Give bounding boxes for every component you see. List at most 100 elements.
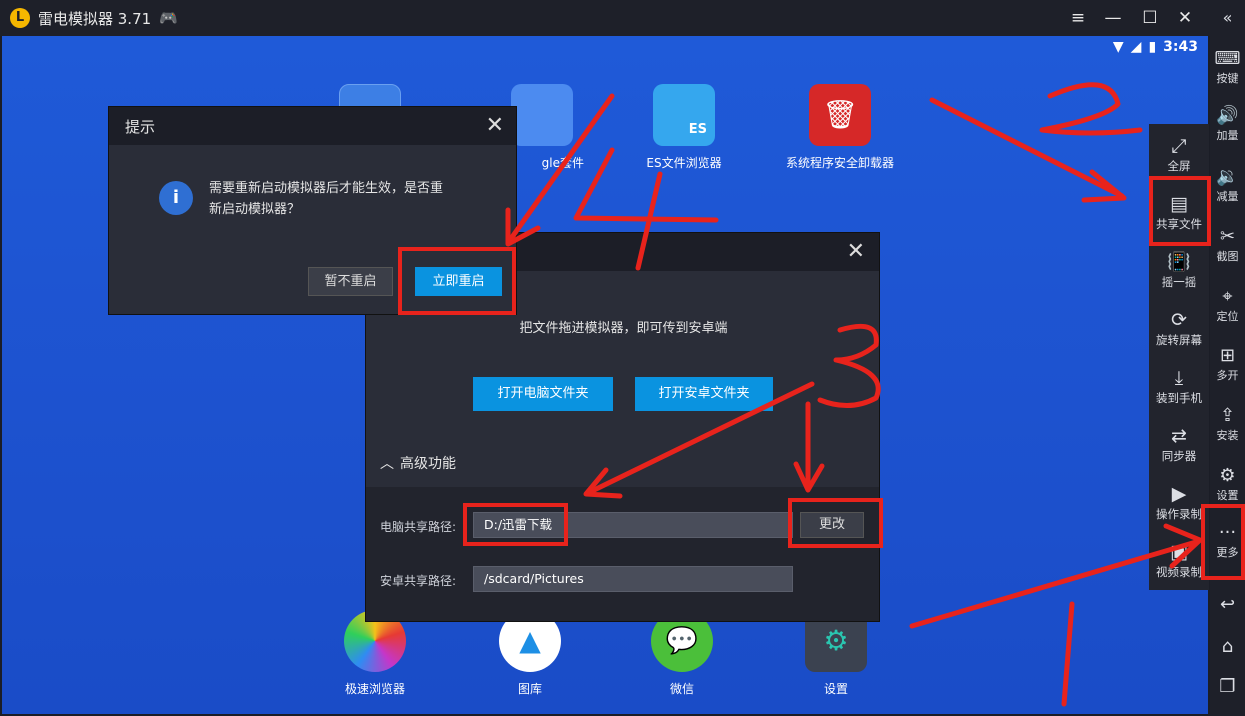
- info-icon: i: [159, 181, 193, 215]
- app-label: 极速浏览器: [344, 682, 405, 696]
- status-bar: ▼ ◢ ▮ 3:43: [1113, 39, 1198, 55]
- volume-up-item[interactable]: 🔊 加量: [1210, 105, 1245, 143]
- screenshot-item[interactable]: ✂ 截图: [1210, 226, 1245, 264]
- item-label: 操作录制: [1156, 507, 1202, 521]
- item-label: 装到手机: [1156, 391, 1202, 405]
- shake-item[interactable]: 📳 摇一摇: [1149, 250, 1209, 290]
- fullscreen-item[interactable]: ⤢ 全屏: [1149, 134, 1209, 174]
- later-button[interactable]: 暂不重启: [308, 267, 393, 296]
- volume-down-item[interactable]: 🔉 减量: [1210, 166, 1245, 204]
- sync-icon: ⇄: [1171, 425, 1187, 447]
- location-item[interactable]: ⌖ 定位: [1210, 286, 1245, 324]
- item-label: 减量: [1216, 190, 1239, 203]
- volume-up-icon: 🔊: [1216, 105, 1239, 126]
- recent-apps-icon: ❐: [1219, 676, 1236, 697]
- es-file-explorer-icon: ES: [653, 84, 715, 146]
- shake-icon: 📳: [1167, 251, 1191, 273]
- google-suite-icon: [511, 84, 573, 146]
- apk-install-item[interactable]: ⇪ 安装: [1210, 405, 1245, 443]
- app-browser[interactable]: 极速浏览器: [315, 610, 435, 697]
- prompt-message: 需要重新启动模拟器后才能生效，是否重 新启动模拟器？: [209, 178, 443, 220]
- annotation-box-restart: [398, 247, 516, 315]
- window-title: 雷电模拟器 3.71: [38, 9, 152, 28]
- home-button[interactable]: ⌂: [1210, 636, 1245, 658]
- item-label: 旋转屏幕: [1156, 333, 1202, 347]
- record-action-icon: ▶: [1171, 483, 1187, 505]
- app-wechat[interactable]: 💬 微信: [622, 610, 742, 697]
- video-record-item[interactable]: ▣ 视频录制: [1149, 540, 1209, 580]
- item-label: 视频录制: [1156, 565, 1202, 579]
- rotate-item[interactable]: ⟳ 旋转屏幕: [1149, 308, 1209, 348]
- item-label: 定位: [1216, 310, 1239, 323]
- keyboard-icon: ⌨: [1214, 48, 1241, 69]
- location-icon: ⌖: [1222, 286, 1233, 307]
- item-label: 按键: [1216, 72, 1239, 85]
- right-sidebar: « ⌨ 按键 🔊 加量 🔉 减量 ✂ 截图 ⌖ 定位 ⊞ 多开 ⇪ 安装 ⚙ 设置 ··· 更多 …: [1210, 0, 1245, 716]
- multi-open-icon: ⊞: [1219, 345, 1236, 366]
- item-label: 截图: [1216, 250, 1239, 263]
- keyboard-item[interactable]: ⌨ 按键: [1210, 48, 1245, 86]
- maximize-icon[interactable]: ☐: [1138, 6, 1162, 30]
- minimize-icon[interactable]: —: [1101, 6, 1125, 30]
- android-path-label: 安卓共享路径:: [380, 574, 457, 588]
- status-time: 3:43: [1163, 39, 1198, 55]
- app-label: 设置: [823, 682, 848, 696]
- app-es-file-explorer[interactable]: ES ES文件浏览器: [624, 84, 744, 171]
- apk-install-icon: ⇪: [1219, 405, 1236, 426]
- pc-path-label: 电脑共享路径:: [380, 520, 457, 534]
- advanced-label: 高级功能: [400, 456, 456, 472]
- recent-apps-button[interactable]: ❐: [1210, 676, 1245, 698]
- prompt-message-line: 新启动模拟器？: [209, 202, 301, 217]
- sync-item[interactable]: ⇄ 同步器: [1149, 424, 1209, 464]
- gamepad-icon[interactable]: 🎮: [159, 9, 178, 27]
- uninstaller-icon: 🗑: [809, 84, 871, 146]
- item-label: 加量: [1216, 129, 1239, 142]
- advanced-toggle[interactable]: ︿ 高级功能: [380, 453, 456, 473]
- install-to-phone-item[interactable]: ⤓ 装到手机: [1149, 366, 1209, 406]
- video-record-icon: ▣: [1170, 541, 1188, 563]
- volume-down-icon: 🔉: [1216, 166, 1239, 187]
- annotation-box-change: [788, 498, 883, 548]
- wifi-icon: ▼: [1112, 39, 1124, 55]
- annotation-box-share-file: [1149, 176, 1211, 246]
- app-label: 系统程序安全卸载器: [785, 156, 894, 170]
- title-bar: L 雷电模拟器 3.71 🎮 ≡ — ☐ ✕: [0, 0, 1210, 36]
- home-icon: ⌂: [1221, 636, 1234, 657]
- rotate-icon: ⟳: [1171, 309, 1187, 331]
- chevron-up-icon: ︿: [380, 456, 394, 472]
- annotation-box-more: [1201, 504, 1245, 580]
- app-gallery[interactable]: ▲ 图库: [470, 610, 590, 697]
- android-path-field[interactable]: /sdcard/Pictures: [473, 566, 793, 592]
- item-label: 多开: [1216, 369, 1239, 382]
- item-label: 全屏: [1167, 159, 1191, 173]
- prompt-message-line: 需要重新启动模拟器后才能生效，是否重: [209, 181, 444, 196]
- item-label: 设置: [1216, 489, 1239, 502]
- back-icon: ↩: [1219, 594, 1236, 615]
- close-icon[interactable]: ✕: [1173, 6, 1197, 30]
- item-label: 安装: [1216, 429, 1239, 442]
- signal-icon: ◢: [1130, 39, 1142, 55]
- battery-icon: ▮: [1148, 39, 1157, 55]
- scissors-icon: ✂: [1219, 226, 1236, 247]
- app-label: 微信: [669, 682, 694, 696]
- back-button[interactable]: ↩: [1210, 594, 1245, 616]
- open-android-folder-button[interactable]: 打开安卓文件夹: [635, 377, 773, 411]
- multi-open-item[interactable]: ⊞ 多开: [1210, 345, 1245, 383]
- close-icon[interactable]: ✕: [486, 113, 504, 138]
- menu-icon[interactable]: ≡: [1066, 6, 1090, 30]
- prompt-header: 提示: [109, 107, 516, 145]
- fullscreen-icon: ⤢: [1171, 135, 1187, 157]
- app-uninstaller[interactable]: 🗑 系统程序安全卸载器: [780, 84, 900, 171]
- close-icon[interactable]: ✕: [847, 239, 865, 264]
- drag-hint: 把文件拖进模拟器，即可传到安卓端: [519, 321, 728, 336]
- item-label: 摇一摇: [1161, 275, 1197, 289]
- app-label: ES文件浏览器: [646, 156, 722, 170]
- gear-icon: ⚙: [1219, 465, 1236, 486]
- app-settings[interactable]: ⚙ 设置: [776, 610, 896, 697]
- open-pc-folder-button[interactable]: 打开电脑文件夹: [473, 377, 613, 411]
- collapse-icon[interactable]: «: [1210, 8, 1245, 27]
- settings-item[interactable]: ⚙ 设置: [1210, 465, 1245, 503]
- record-action-item[interactable]: ▶ 操作录制: [1149, 482, 1209, 522]
- app-logo-icon: L: [10, 8, 30, 28]
- app-label: 图库: [517, 682, 542, 696]
